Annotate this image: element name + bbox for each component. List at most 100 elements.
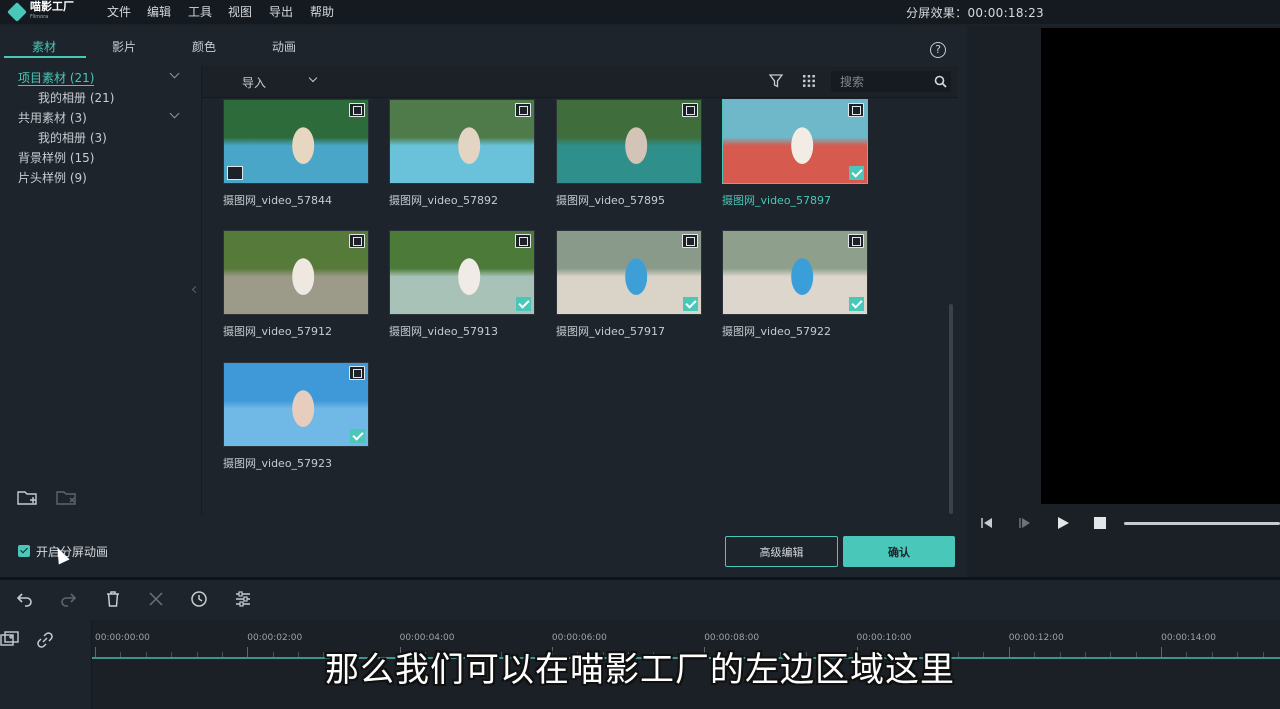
- cut-icon[interactable]: [147, 590, 165, 608]
- menu-bar: 喵影工厂 Filmora 文件 编辑 工具 视图 导出 帮助 分屏效果：00:00…: [0, 0, 1280, 24]
- media-scrollbar[interactable]: [949, 304, 953, 514]
- menu-help[interactable]: 帮助: [310, 3, 334, 20]
- film-icon: [515, 103, 531, 117]
- clip-thumbnail[interactable]: [556, 230, 702, 315]
- menu-view[interactable]: 视图: [228, 3, 252, 20]
- chevron-down-icon[interactable]: [169, 68, 180, 79]
- media-clip[interactable]: 摄图网_video_57892: [389, 99, 537, 208]
- filter-icon[interactable]: [769, 74, 783, 88]
- media-clip[interactable]: 摄图网_video_57917: [556, 230, 704, 339]
- checkmark-icon[interactable]: [516, 297, 531, 311]
- media-toolbar: 导入: [202, 66, 958, 98]
- tab-color[interactable]: 颜色: [192, 38, 216, 55]
- tree-item-project-media[interactable]: 项目素材 (21): [18, 69, 95, 86]
- tab-animation[interactable]: 动画: [272, 38, 296, 55]
- new-folder-icon[interactable]: [17, 488, 39, 506]
- media-clip[interactable]: 摄图网_video_57895: [556, 99, 704, 208]
- clip-thumbnail[interactable]: [223, 99, 369, 184]
- stop-icon[interactable]: [1093, 516, 1107, 530]
- logo-subtext: Filmora: [30, 14, 49, 20]
- clip-thumbnail[interactable]: [389, 99, 535, 184]
- split-effect-duration: 分屏效果：00:00:18:23: [905, 6, 1044, 20]
- video-subtitle: 那么我们可以在喵影工厂的左边区域这里: [325, 650, 955, 690]
- split-animation-label: 开启分屏动画: [36, 544, 109, 559]
- media-clip[interactable]: 摄图网_video_57913: [389, 230, 537, 339]
- media-grid: 摄图网_video_57844 摄图网_video_57892 摄图网_video_…: [202, 99, 948, 517]
- split-animation-checkbox[interactable]: [18, 545, 30, 557]
- search-box: [831, 71, 951, 92]
- player-controls: [968, 511, 1280, 535]
- clip-thumbnail[interactable]: [389, 230, 535, 315]
- delete-folder-icon[interactable]: [56, 488, 78, 506]
- search-input[interactable]: [831, 71, 931, 92]
- playback-progress[interactable]: [1124, 522, 1280, 525]
- clip-thumbnail[interactable]: [223, 362, 369, 447]
- clip-name: 摄图网_video_57922: [722, 325, 832, 338]
- media-clip[interactable]: 摄图网_video_57912: [223, 230, 371, 339]
- play-icon[interactable]: [1056, 516, 1070, 530]
- tree-item-background-samples[interactable]: 背景样例 (15): [18, 149, 94, 166]
- clip-name: 摄图网_video_57923: [223, 457, 333, 470]
- library-tabs: 素材 影片 颜色 动画 ?: [0, 34, 960, 60]
- film-icon: [682, 234, 698, 248]
- clip-thumbnail[interactable]: [556, 99, 702, 184]
- delete-icon[interactable]: [104, 590, 122, 608]
- clip-name: 摄图网_video_57844: [223, 194, 333, 207]
- checkmark-icon[interactable]: [350, 429, 365, 443]
- checkmark-icon[interactable]: [849, 166, 864, 180]
- film-icon: [848, 103, 864, 117]
- clip-name: 摄图网_video_57895: [556, 194, 666, 207]
- help-icon[interactable]: ?: [930, 42, 946, 58]
- film-icon: [682, 103, 698, 117]
- media-library-panel: 素材 影片 颜色 动画 ? 项目素材 (21) 我的相册 (21) 共用素材 (…: [0, 26, 966, 577]
- clip-name: 摄图网_video_57892: [389, 194, 499, 207]
- import-dropdown[interactable]: 导入: [242, 74, 266, 91]
- checkmark-icon[interactable]: [849, 297, 864, 311]
- media-clip[interactable]: 摄图网_video_57897: [722, 99, 870, 208]
- clip-thumbnail[interactable]: [722, 230, 868, 315]
- menu-file[interactable]: 文件: [107, 3, 131, 20]
- tree-item-my-album[interactable]: 我的相册 (21): [38, 89, 114, 106]
- grid-view-icon[interactable]: [802, 74, 816, 88]
- film-icon: [349, 366, 365, 380]
- film-icon: [349, 103, 365, 117]
- redo-icon[interactable]: [59, 590, 77, 608]
- clip-name: 摄图网_video_57917: [556, 325, 666, 338]
- speed-clock-icon[interactable]: [190, 590, 208, 608]
- preview-screen: [1041, 28, 1280, 504]
- film-icon: [349, 234, 365, 248]
- media-clip[interactable]: 摄图网_video_57923: [223, 362, 371, 471]
- menu-tools[interactable]: 工具: [188, 3, 212, 20]
- confirm-button[interactable]: 确认: [843, 536, 955, 567]
- menu-export[interactable]: 导出: [269, 3, 293, 20]
- logo-diamond-icon: [7, 2, 27, 22]
- media-clip[interactable]: 摄图网_video_57844: [223, 99, 371, 208]
- clip-name: 摄图网_video_57912: [223, 325, 333, 338]
- clip-name: 摄图网_video_57913: [389, 325, 499, 338]
- app-logo: 喵影工厂 Filmora: [7, 1, 74, 22]
- tab-film[interactable]: 影片: [112, 38, 136, 55]
- timeline-toolbar: [0, 580, 1280, 620]
- clip-thumbnail[interactable]: [722, 99, 868, 184]
- chevron-down-icon[interactable]: [308, 73, 318, 83]
- search-icon[interactable]: [934, 75, 947, 88]
- undo-icon[interactable]: [16, 590, 34, 608]
- previous-frame-icon[interactable]: [980, 516, 994, 530]
- tree-item-shared-media[interactable]: 共用素材 (3): [18, 109, 87, 126]
- tree-item-intro-samples[interactable]: 片头样例 (9): [18, 169, 87, 186]
- adjust-sliders-icon[interactable]: [234, 590, 252, 608]
- clip-thumbnail[interactable]: [223, 230, 369, 315]
- next-frame-icon[interactable]: [1018, 516, 1032, 530]
- folder-tree: 项目素材 (21) 我的相册 (21) 共用素材 (3) 我的相册 (3) 背景…: [0, 66, 196, 516]
- tree-item-shared-album[interactable]: 我的相册 (3): [38, 129, 107, 146]
- advanced-edit-button[interactable]: 高级编辑: [725, 536, 838, 567]
- checkmark-icon[interactable]: [683, 297, 698, 311]
- menu-edit[interactable]: 编辑: [147, 3, 171, 20]
- tab-media[interactable]: 素材: [32, 38, 56, 55]
- preview-panel: [968, 26, 1280, 577]
- picture-in-picture-icon: [227, 166, 243, 180]
- film-icon: [848, 234, 864, 248]
- chevron-down-icon[interactable]: [169, 108, 180, 119]
- clip-name: 摄图网_video_57897: [722, 194, 832, 207]
- media-clip[interactable]: 摄图网_video_57922: [722, 230, 870, 339]
